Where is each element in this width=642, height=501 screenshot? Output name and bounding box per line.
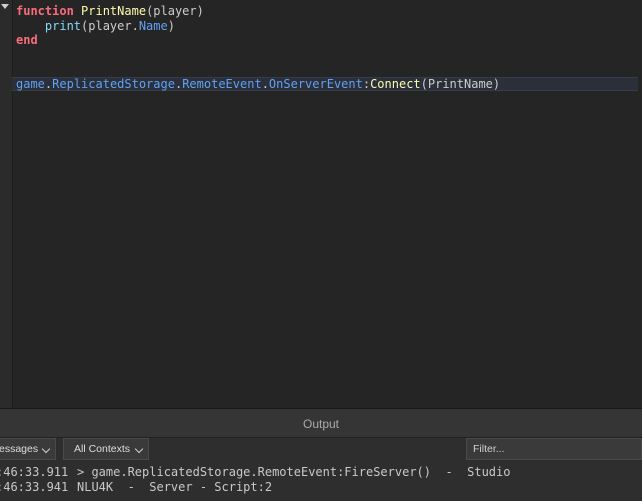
output-timestamp: :46:33.941 <box>0 480 69 494</box>
code-line[interactable]: function PrintName(player) <box>16 4 642 19</box>
output-toolbar: essages All Contexts <box>0 438 642 460</box>
code-token: : <box>362 76 371 91</box>
code-token: function <box>16 4 74 18</box>
code-token: PrintName <box>81 4 147 18</box>
code-token: RemoteEvent <box>182 76 262 91</box>
code-token: (player. <box>81 18 139 33</box>
chevron-down-icon <box>41 444 51 454</box>
fold-arrow-icon[interactable] <box>1 4 9 9</box>
code-token: Name <box>138 18 168 33</box>
code-line[interactable] <box>16 48 642 63</box>
output-log: :46:33.911 > game.ReplicatedStorage.Remot… <box>0 465 642 495</box>
output-message: > game.ReplicatedStorage.RemoteEvent:Fir… <box>77 465 511 479</box>
code-token: ) <box>167 18 175 33</box>
output-message: NLU4K - Server - Script:2 <box>77 480 273 494</box>
code-line[interactable]: print(player.Name) <box>16 19 642 34</box>
output-title: Output <box>0 409 642 438</box>
output-line[interactable]: :46:33.911 > game.ReplicatedStorage.Remot… <box>0 465 642 480</box>
output-panel: Output essages All Contexts :46:33.911 > … <box>0 408 642 501</box>
messages-filter-dropdown[interactable]: essages <box>0 438 56 460</box>
contexts-filter-dropdown[interactable]: All Contexts <box>63 438 149 460</box>
chevron-down-icon <box>134 444 144 454</box>
code-token: OnServerEvent <box>268 76 363 91</box>
code-token: . <box>261 76 269 91</box>
script-editor[interactable]: function PrintName(player) print(player.… <box>0 0 642 408</box>
output-line[interactable]: :46:33.941 NLU4K - Server - Script:2 <box>0 480 642 495</box>
contexts-filter-label: All Contexts <box>74 443 131 455</box>
code-token: end <box>16 33 38 47</box>
code-area[interactable]: function PrintName(player) print(player.… <box>12 4 642 91</box>
messages-filter-label: essages <box>0 443 39 455</box>
code-line[interactable] <box>16 62 642 77</box>
code-token: (player) <box>146 4 204 18</box>
code-token: ReplicatedStorage <box>52 76 175 91</box>
code-token: (PrintName) <box>420 76 501 91</box>
code-line[interactable]: game.ReplicatedStorage.RemoteEvent.OnSer… <box>12 76 638 91</box>
code-token: Connect <box>370 76 421 91</box>
code-token: print <box>44 18 82 33</box>
code-token: game <box>16 76 45 91</box>
output-filter-input[interactable] <box>466 438 642 460</box>
editor-gutter <box>0 0 13 408</box>
code-line[interactable]: end <box>16 33 642 48</box>
output-timestamp: :46:33.911 <box>0 465 69 479</box>
